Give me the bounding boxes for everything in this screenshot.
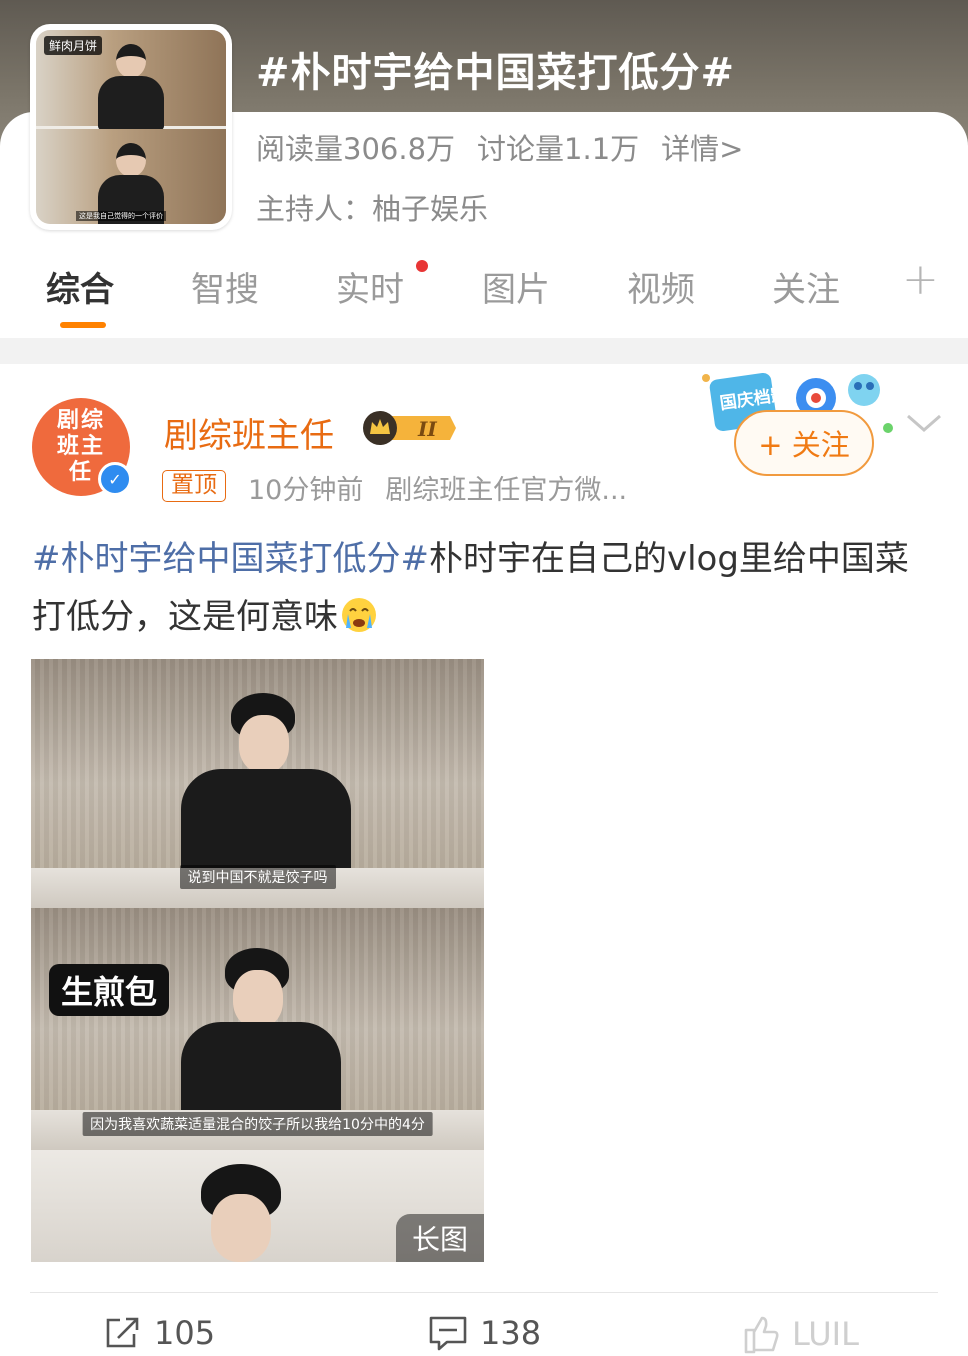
post-divider	[30, 1292, 938, 1293]
comment-count: 138	[480, 1314, 542, 1352]
repost-button[interactable]: 105	[104, 1314, 215, 1352]
tab-视频[interactable]: 视频	[627, 262, 695, 311]
crying-emoji-icon	[342, 598, 376, 632]
tab-图片[interactable]: 图片	[482, 262, 550, 311]
cover-frame-top: 鲜肉月饼	[36, 30, 226, 130]
tab-实时[interactable]: 实时	[336, 262, 404, 311]
topic-cover-frames: 鲜肉月饼 这是我自己觉得的一个评价	[36, 30, 226, 224]
vip-level-label: II	[417, 417, 437, 441]
active-tab-underline	[60, 322, 106, 328]
image-frame-2: 生煎包 因为我喜欢蔬菜适量混合的饺子所以我给10分中的4分	[31, 908, 484, 1150]
comment-button[interactable]: 138	[428, 1314, 541, 1352]
tab-智搜[interactable]: 智搜	[191, 262, 259, 311]
topic-details-link[interactable]: 详情>	[661, 126, 743, 168]
image-subtitle-1: 说到中国不就是饺子吗	[179, 865, 336, 889]
topic-cover-image[interactable]: 鲜肉月饼 这是我自己觉得的一个评价	[30, 24, 232, 230]
comment-icon	[429, 1316, 467, 1351]
topic-stats: 阅读量306.8万 讨论量1.1万 详情>	[256, 126, 743, 168]
image-frame-1: 说到中国不就是饺子吗	[31, 659, 484, 908]
vip-crown-icon: II	[363, 411, 456, 445]
cover-person-head	[116, 142, 146, 177]
post-text: #朴时宇给中国菜打低分#朴时宇在自己的vlog里给中国菜打低分，这是何意味	[32, 530, 936, 646]
post-card: 剧综班主任 ✓ 剧综班主任 II 置顶 10分钟前 剧综班主任官方微... 国庆…	[0, 364, 968, 1356]
cover-frame-bottom: 这是我自己觉得的一个评价	[36, 128, 226, 224]
like-count: LUIL	[792, 1315, 859, 1353]
post-long-image[interactable]: 说到中国不就是饺子吗 生煎包 因为我喜欢蔬菜适量混合的饺子所以我给10分中的4分…	[31, 659, 484, 1262]
post-source: 剧综班主任官方微...	[385, 475, 628, 506]
cover-person-body	[98, 76, 164, 130]
topic-discussion-count: 讨论量1.1万	[477, 132, 640, 166]
follow-area: 国庆档影评 + 关注	[698, 368, 898, 488]
cover-subtitle: 这是我自己觉得的一个评价	[76, 211, 166, 221]
new-indicator-dot	[416, 260, 428, 272]
topic-host: 主持人：柚子娱乐	[256, 192, 489, 226]
chevron-down-icon[interactable]	[904, 408, 944, 438]
cover-person-head	[116, 44, 146, 78]
follow-button[interactable]: + 关注	[734, 410, 874, 476]
image-person-1	[181, 693, 351, 883]
topic-title: #朴时宇给中国菜打低分#	[256, 50, 736, 96]
repost-icon	[106, 1317, 139, 1348]
tab-关注[interactable]: 关注	[772, 262, 840, 311]
post-meta: 10分钟前 剧综班主任官方微...	[248, 468, 627, 507]
like-button[interactable]: LUIL	[742, 1314, 859, 1354]
add-tab-icon[interactable]: +	[902, 254, 939, 305]
topic-tabs: 综合 智搜 实时 图片 视频 关注 +	[0, 250, 968, 334]
tab-综合[interactable]: 综合	[46, 262, 114, 311]
like-icon	[744, 1316, 779, 1354]
pinned-badge: 置顶	[162, 470, 226, 502]
image-person-3	[181, 1164, 301, 1262]
topic-read-count: 阅读量306.8万	[256, 132, 456, 166]
post-time: 10分钟前	[248, 475, 364, 506]
post-hashtag-link[interactable]: #朴时宇给中国菜打低分#	[32, 539, 429, 579]
verified-icon: ✓	[98, 462, 132, 496]
cover-person	[98, 44, 164, 130]
repost-count: 105	[154, 1314, 216, 1352]
post-actions: 105 138 LUIL	[0, 1314, 968, 1356]
image-food-label: 生煎包	[49, 964, 170, 1016]
author-name[interactable]: 剧综班主任	[164, 408, 334, 457]
cover-tag: 鲜肉月饼	[44, 36, 103, 55]
long-image-label: 长图	[396, 1214, 484, 1262]
image-subtitle-2: 因为我喜欢蔬菜适量混合的饺子所以我给10分中的4分	[82, 1112, 433, 1136]
